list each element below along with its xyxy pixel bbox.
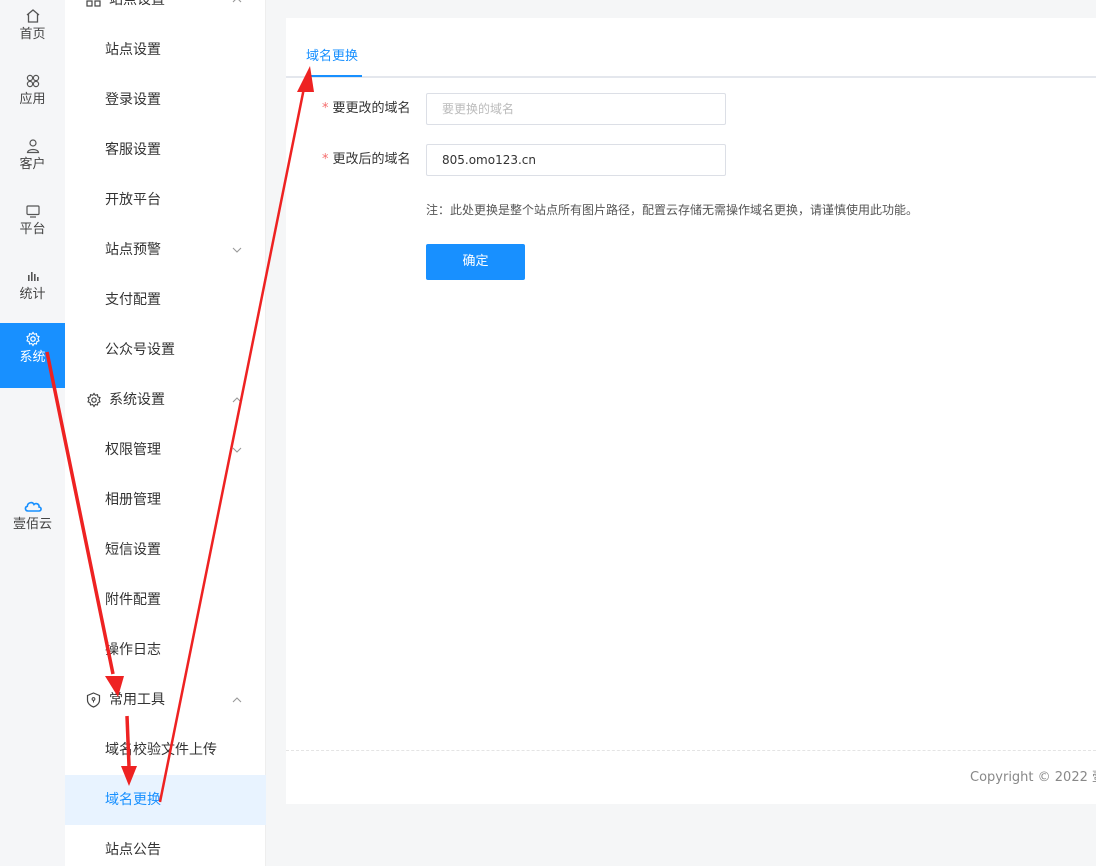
nav-label: 系统设置 (109, 392, 165, 408)
monitor-icon (25, 205, 40, 218)
nav-group-tools[interactable]: 常用工具 (65, 675, 266, 725)
sidebar-item-logs[interactable]: 操作日志 (65, 625, 266, 675)
primary-rail: 首页 应用 客户 平台 统计 系统 壹佰云 (0, 0, 65, 866)
nav-group-system-settings[interactable]: 系统设置 (65, 375, 266, 425)
nav-label: 相册管理 (105, 492, 161, 508)
sidebar-item-domain-change[interactable]: 域名更换 (65, 775, 266, 825)
nav-label: 附件配置 (105, 592, 161, 608)
sidebar-item-permissions[interactable]: 权限管理 (65, 425, 266, 475)
tab-domain-change[interactable]: 域名更换 (306, 48, 358, 66)
nav-label: 支付配置 (105, 292, 161, 308)
rail-item-home[interactable]: 首页 (0, 0, 65, 65)
warning-note: 注：此处更换是整个站点所有图片路径，配置云存储无需操作域名更换，请谨慎使用此功能… (426, 203, 919, 217)
main-panel: 域名更换 *要更改的域名 *更改后的域名 注：此处更换是整个站点所有图片路径，配… (286, 18, 1096, 804)
nav-label: 站点公告 (105, 842, 161, 858)
nav-label: 公众号设置 (105, 342, 175, 358)
cloud-icon (24, 501, 42, 512)
chevron-up-icon (232, 397, 242, 403)
sidebar-item-wechat[interactable]: 公众号设置 (65, 325, 266, 375)
rail-label: 系统 (19, 350, 46, 365)
rail-item-system[interactable]: 系统 (0, 323, 65, 388)
required-asterisk: * (322, 101, 329, 116)
nav-label: 站点预警 (105, 242, 161, 258)
sidebar-item-login-settings[interactable]: 登录设置 (65, 75, 266, 125)
copyright-text: Copyright © 2022 壹 (970, 770, 1096, 785)
sidebar-item-site-alert[interactable]: 站点预警 (65, 225, 266, 275)
old-domain-label: * 要更改的域名 (322, 101, 411, 116)
chevron-down-icon (232, 247, 242, 253)
rail-item-platform[interactable]: 平台 (0, 195, 65, 260)
home-icon (26, 9, 39, 23)
shield-icon (86, 692, 101, 708)
sidebar-item-sms[interactable]: 短信设置 (65, 525, 266, 575)
nav-group-site-settings[interactable]: 站点设置 (65, 0, 266, 25)
grid-icon (86, 0, 101, 7)
rail-label: 壹佰云 (12, 517, 52, 532)
rail-item-apps[interactable]: 应用 (0, 65, 65, 130)
secondary-sidebar: 站点设置 站点设置 登录设置 客服设置 开放平台 站点预警 支付配置 公众号设置… (65, 0, 266, 866)
nav-label: 权限管理 (105, 442, 161, 458)
chevron-up-icon (232, 0, 242, 3)
rail-label: 首页 (19, 27, 46, 42)
sidebar-item-payment[interactable]: 支付配置 (65, 275, 266, 325)
sidebar-item-album[interactable]: 相册管理 (65, 475, 266, 525)
nav-label: 客服设置 (105, 142, 161, 158)
gear-icon (87, 392, 101, 408)
rail-label: 平台 (19, 222, 46, 237)
rail-label: 应用 (19, 92, 46, 107)
chevron-down-icon (232, 447, 242, 453)
bar-chart-icon (27, 272, 39, 281)
old-domain-input[interactable] (426, 93, 726, 125)
chevron-up-icon (232, 697, 242, 703)
new-domain-label: * 更改后的域名 (322, 152, 411, 167)
rail-item-cloud[interactable]: 壹佰云 (0, 490, 65, 555)
rail-label: 统计 (19, 287, 46, 302)
sidebar-item-site-settings[interactable]: 站点设置 (65, 25, 266, 75)
sidebar-item-site-notice[interactable]: 站点公告 (65, 825, 266, 866)
sidebar-item-attachments[interactable]: 附件配置 (65, 575, 266, 625)
nav-label: 登录设置 (105, 92, 161, 108)
tab-bar: 域名更换 (286, 18, 1096, 78)
nav-label: 域名更换 (105, 792, 161, 808)
rail-item-stats[interactable]: 统计 (0, 260, 65, 325)
nav-label: 站点设置 (105, 42, 161, 58)
required-asterisk: * (322, 152, 329, 167)
rail-label: 客户 (19, 157, 46, 172)
nav-label: 域名校验文件上传 (105, 742, 217, 758)
nav-label: 短信设置 (105, 542, 161, 558)
sidebar-item-domain-verify-upload[interactable]: 域名校验文件上传 (65, 725, 266, 775)
rail-item-customers[interactable]: 客户 (0, 130, 65, 195)
active-tab-indicator (306, 75, 362, 77)
gear-icon (25, 331, 40, 347)
nav-label: 操作日志 (105, 642, 161, 658)
user-icon (26, 139, 39, 154)
nav-label: 站点设置 (109, 0, 165, 8)
confirm-button[interactable]: 确定 (426, 244, 525, 280)
sidebar-item-open-platform[interactable]: 开放平台 (65, 175, 266, 225)
footer-divider (286, 750, 1096, 751)
nav-label: 常用工具 (109, 692, 165, 708)
new-domain-input[interactable] (426, 144, 726, 176)
sidebar-item-service-settings[interactable]: 客服设置 (65, 125, 266, 175)
apps-icon (26, 74, 39, 88)
nav-label: 开放平台 (105, 192, 161, 208)
